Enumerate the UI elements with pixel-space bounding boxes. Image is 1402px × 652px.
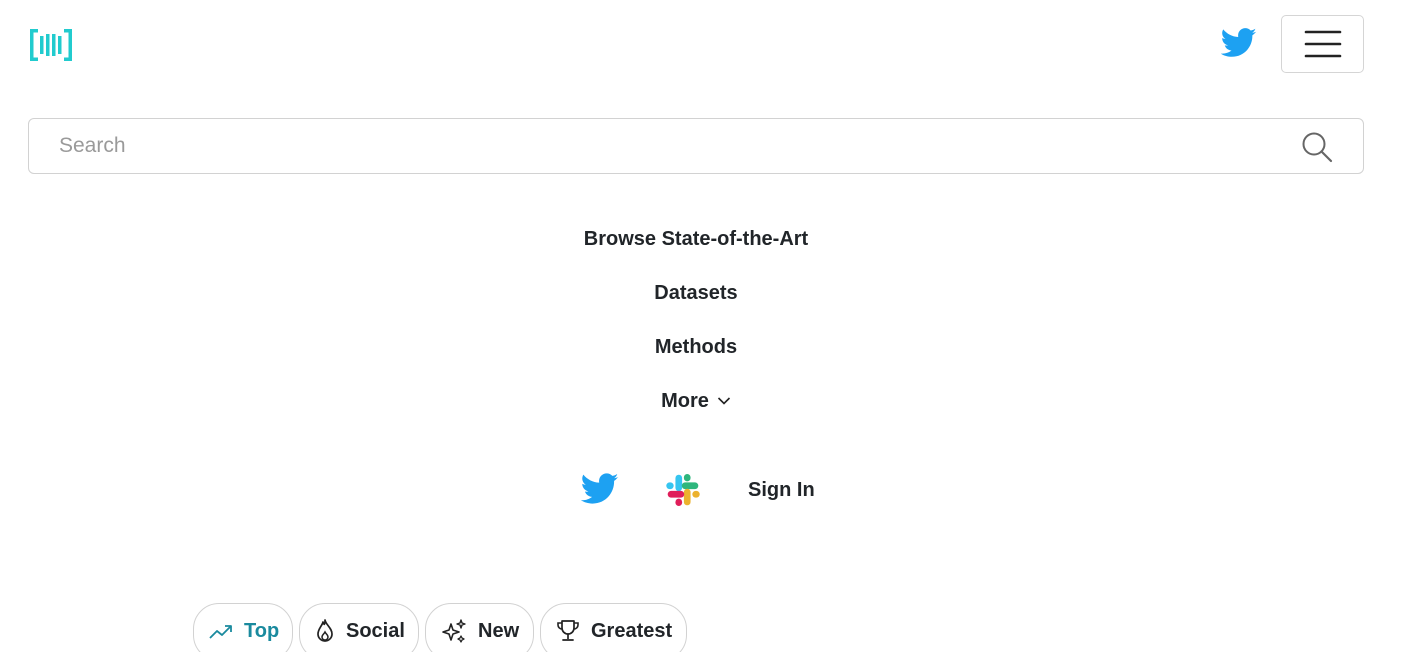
- page: Browse State-of-the-Art Datasets Methods…: [0, 0, 1402, 652]
- sign-in-link[interactable]: Sign In: [748, 477, 815, 503]
- menu-toggle-button[interactable]: [1281, 15, 1364, 73]
- nav-datasets-label: Datasets: [654, 282, 738, 304]
- nav-more-label: More: [661, 390, 709, 412]
- trophy-icon: [557, 620, 579, 641]
- filter-social-label: Social: [346, 620, 405, 642]
- filter-greatest-label: Greatest: [591, 620, 673, 642]
- search-input[interactable]: [29, 119, 1289, 173]
- nav-methods[interactable]: Methods: [0, 334, 1392, 360]
- twitter-icon[interactable]: [580, 472, 619, 506]
- flame-icon: [317, 619, 333, 642]
- filter-top[interactable]: Top: [193, 603, 293, 652]
- chevron-down-icon: [717, 397, 730, 405]
- filter-new-label: New: [478, 620, 520, 642]
- trending-up-icon: [209, 625, 232, 639]
- logo-icon[interactable]: [28, 26, 74, 64]
- twitter-icon[interactable]: [1220, 27, 1257, 59]
- search-button[interactable]: [1297, 129, 1337, 165]
- search-icon: [1302, 132, 1333, 163]
- nav-browse-sota-label: Browse State-of-the-Art: [583, 228, 809, 250]
- nav-methods-label: Methods: [654, 336, 738, 358]
- filter-new[interactable]: New: [425, 603, 534, 652]
- search-bar: [28, 118, 1364, 174]
- slack-icon[interactable]: [664, 471, 702, 509]
- nav-datasets[interactable]: Datasets: [0, 280, 1392, 306]
- filter-top-label: Top: [244, 620, 280, 642]
- nav-browse-sota[interactable]: Browse State-of-the-Art: [0, 226, 1392, 252]
- filter-social[interactable]: Social: [299, 603, 419, 652]
- filter-greatest[interactable]: Greatest: [540, 603, 687, 652]
- sparkles-icon: [442, 619, 466, 643]
- hamburger-menu-icon: [1304, 30, 1341, 58]
- nav-more-dropdown[interactable]: More: [0, 388, 1392, 414]
